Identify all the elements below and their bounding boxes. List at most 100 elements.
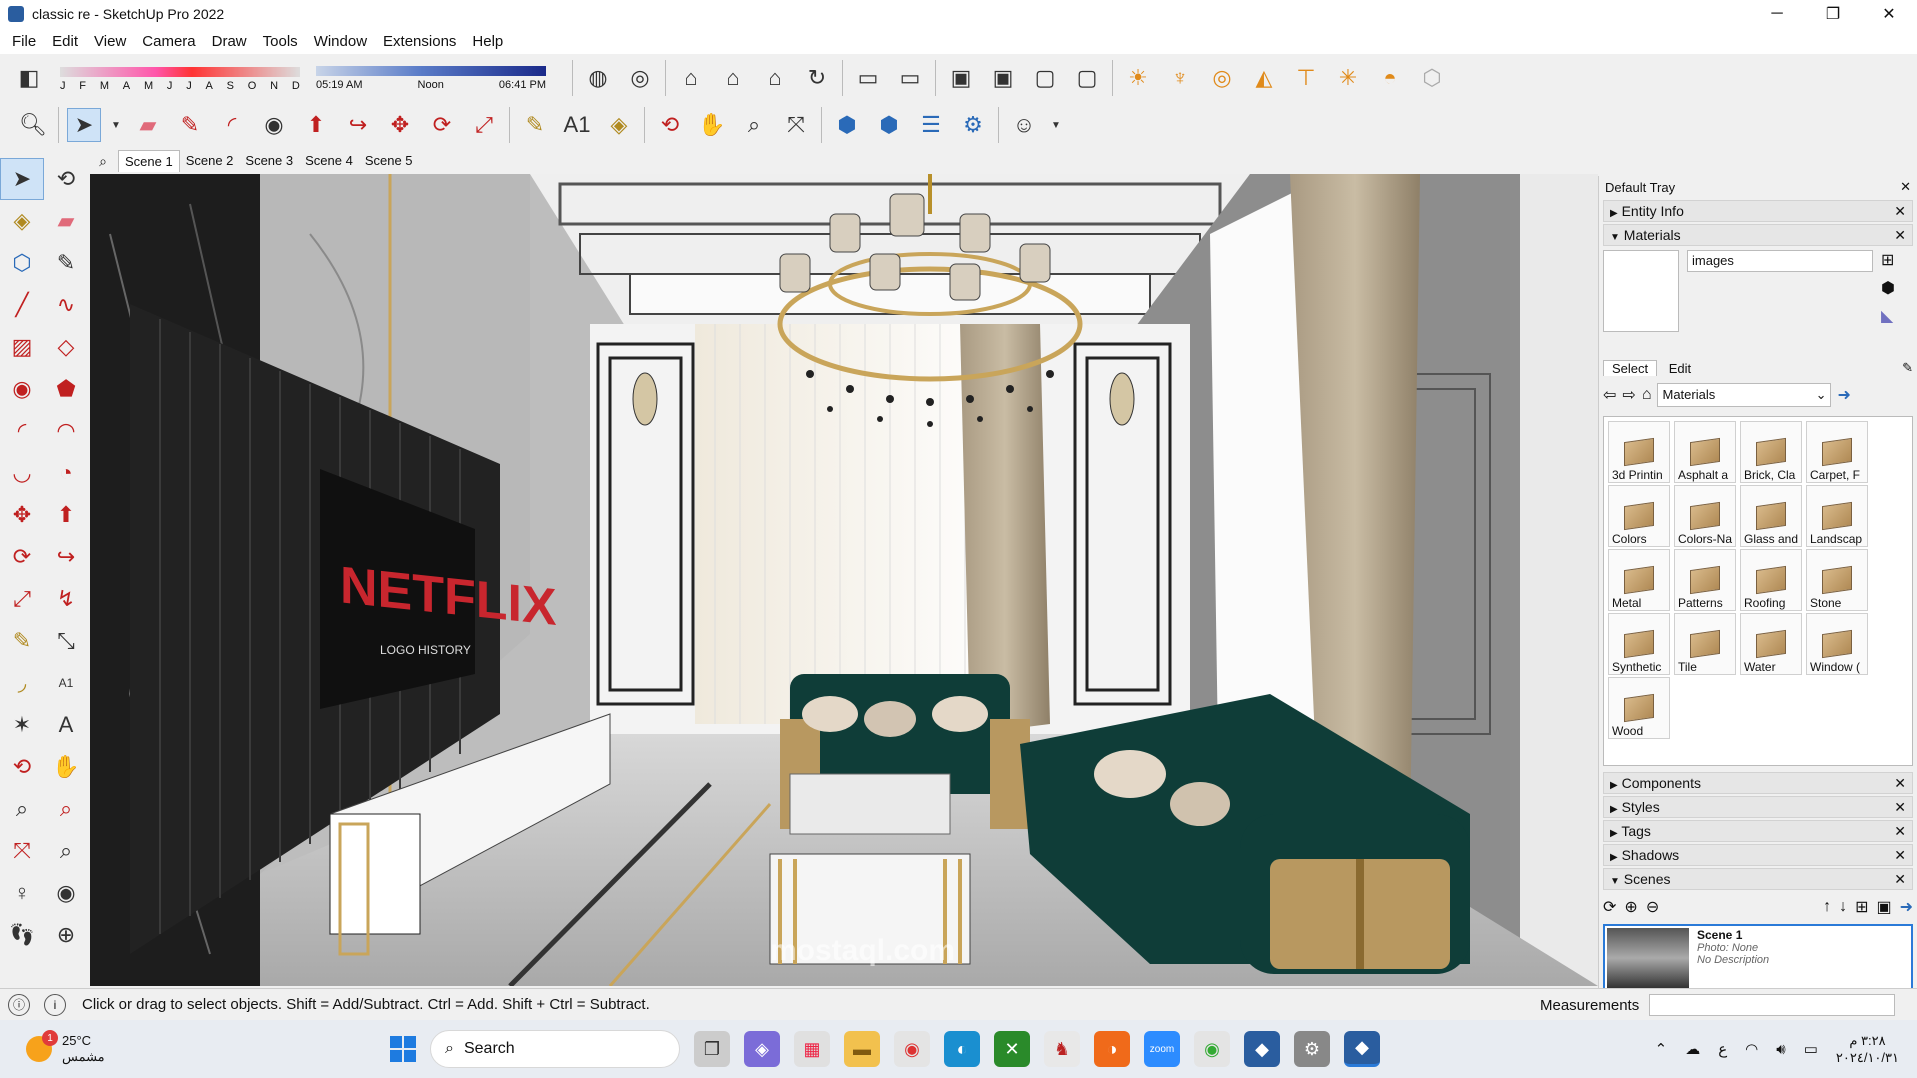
language-indicator[interactable]: ع	[1718, 1040, 1727, 1058]
material-item[interactable]: Roofing	[1740, 549, 1802, 611]
tab-edit[interactable]: Edit	[1661, 361, 1699, 376]
spot-light-icon[interactable]: ◭	[1247, 61, 1281, 95]
menu-camera[interactable]: Camera	[136, 33, 205, 50]
cloud-icon[interactable]: ☁	[1685, 1040, 1700, 1058]
3d-text-tool-icon[interactable]: A	[44, 704, 88, 746]
user-account-icon[interactable]: ☺	[1007, 108, 1041, 142]
lamp-icon[interactable]: ⊤	[1289, 61, 1323, 95]
push-pull-tool-icon[interactable]: ⬆	[44, 494, 88, 536]
move-down-icon[interactable]: ↓	[1839, 898, 1847, 916]
panel-styles[interactable]: ▶ Styles ✕	[1603, 796, 1913, 818]
select-tool-icon[interactable]: ➤	[0, 158, 44, 200]
panel-entity-info[interactable]: ▶ Entity Info ✕	[1603, 200, 1913, 222]
panel-shadows[interactable]: ▶ Shadows ✕	[1603, 844, 1913, 866]
edge-icon[interactable]: ◐	[944, 1031, 980, 1067]
tab-scene-2[interactable]: Scene 2	[180, 150, 240, 172]
material-item[interactable]: Metal	[1608, 549, 1670, 611]
material-item[interactable]: Window (	[1806, 613, 1868, 675]
lasso-select-icon[interactable]: ⟲	[44, 158, 88, 200]
move-tool-icon[interactable]: ✥	[0, 494, 44, 536]
firefox-icon[interactable]: ◑	[1094, 1031, 1130, 1067]
tape-measure-icon[interactable]: ✎	[518, 108, 552, 142]
account-dropdown-icon[interactable]: ▼	[1049, 108, 1063, 142]
tray-close-icon[interactable]: ✕	[1900, 179, 1911, 195]
file-explorer-icon[interactable]: ▬	[844, 1031, 880, 1067]
home-icon[interactable]: ⌂	[1642, 386, 1652, 404]
cube-icon[interactable]: ⬡	[1415, 61, 1449, 95]
zoom-window-tool-icon[interactable]: ⌕	[44, 788, 88, 830]
material-item[interactable]: Colors	[1608, 485, 1670, 547]
close-icon[interactable]: ✕	[1894, 871, 1906, 888]
chrome-icon[interactable]: ◉	[894, 1031, 930, 1067]
maximize-button[interactable]: ❐	[1805, 0, 1861, 28]
refresh-scene-icon[interactable]: ⟳	[1603, 897, 1616, 917]
material-item[interactable]: Brick, Cla	[1740, 421, 1802, 483]
back-arrow-icon[interactable]: ⇦	[1603, 385, 1616, 405]
light-icon[interactable]: ♆	[1163, 61, 1197, 95]
tab-scene-3[interactable]: Scene 3	[239, 150, 299, 172]
orbit-view-icon[interactable]: ↻	[800, 61, 834, 95]
dome-icon[interactable]: ◓	[1373, 61, 1407, 95]
move-up-icon[interactable]: ↑	[1823, 898, 1831, 916]
position-camera-icon[interactable]: ♀	[0, 872, 44, 914]
details-arrow-icon[interactable]: ➜	[1837, 385, 1850, 405]
volume-icon[interactable]: 🔊︎	[1776, 1041, 1785, 1058]
target-icon[interactable]: ◎	[1205, 61, 1239, 95]
eraser-icon[interactable]: ▰	[131, 108, 165, 142]
material-cube-icon[interactable]: ⬢	[1881, 278, 1895, 298]
panel-scenes[interactable]: ▼ Scenes ✕	[1603, 868, 1913, 890]
clock[interactable]: ٣:٢٨ م ٢٠٢٤/١٠/٣١	[1836, 1032, 1899, 1066]
remove-scene-icon[interactable]: ⊖	[1646, 897, 1659, 917]
three-point-arc-icon[interactable]: ◡	[0, 452, 44, 494]
view-options-icon[interactable]: ⊞	[1855, 897, 1868, 917]
tab-scene-5[interactable]: Scene 5	[359, 150, 419, 172]
shadow-date-slider[interactable]: J F M A M J J A S O N D	[60, 65, 300, 92]
weather-widget[interactable]: 1 25°C مشمس	[26, 1030, 105, 1065]
info-icon[interactable]: i	[44, 993, 66, 1016]
menu-file[interactable]: File	[6, 33, 46, 50]
scene-details-icon[interactable]: ▣	[1876, 897, 1891, 917]
text-tool-icon[interactable]: A1	[44, 662, 88, 704]
panel-materials[interactable]: ▼ Materials ✕	[1603, 224, 1913, 246]
settings-icon[interactable]: ⚙	[1294, 1031, 1330, 1067]
start-button[interactable]	[390, 1036, 416, 1062]
close-icon[interactable]: ✕	[1894, 847, 1906, 864]
minimize-button[interactable]: ─	[1749, 0, 1805, 28]
xray-icon[interactable]: ◍	[581, 61, 615, 95]
create-material-icon[interactable]: ⊞	[1881, 250, 1895, 270]
eyedropper-icon[interactable]: ✎	[1902, 360, 1913, 376]
material-item[interactable]: Carpet, F	[1806, 421, 1868, 483]
scale-icon[interactable]: ⤢	[467, 108, 501, 142]
sparkle-icon[interactable]: ✳	[1331, 61, 1365, 95]
menu-help[interactable]: Help	[466, 33, 513, 50]
pencil-icon[interactable]: ✎	[173, 108, 207, 142]
pan-tool-icon[interactable]: ✋	[44, 746, 88, 788]
scene-card[interactable]: Scene 1 Photo: None No Description	[1603, 924, 1913, 992]
model-viewport[interactable]: NETFLIX LOGO HISTORY mostaql.com	[90, 174, 1598, 986]
eraser-icon[interactable]: ▰	[44, 200, 88, 242]
rotated-rectangle-icon[interactable]: ◇	[44, 326, 88, 368]
menu-tools[interactable]: Tools	[257, 33, 308, 50]
front-view-icon[interactable]: ⌂	[758, 61, 792, 95]
sun-settings-icon[interactable]: ☀	[1121, 61, 1155, 95]
protractor-tool-icon[interactable]: ◞	[0, 662, 44, 704]
two-point-arc-icon[interactable]: ◠	[44, 410, 88, 452]
close-icon[interactable]: ✕	[1894, 227, 1906, 244]
rectangle-tool-icon[interactable]: ▨	[0, 326, 44, 368]
rotate-tool-icon[interactable]: ⟳	[0, 536, 44, 578]
textured-style-icon[interactable]: ▢	[1028, 61, 1062, 95]
menu-view[interactable]: View	[88, 33, 136, 50]
arc-icon[interactable]: ◜	[215, 108, 249, 142]
material-item[interactable]: Colors-Na	[1674, 485, 1736, 547]
line-tool-icon[interactable]: ╱	[0, 284, 44, 326]
material-item[interactable]: Landscap	[1806, 485, 1868, 547]
material-item[interactable]: Asphalt a	[1674, 421, 1736, 483]
paint-bucket-icon[interactable]: ◈	[0, 200, 44, 242]
freehand-tool-icon[interactable]: ∿	[44, 284, 88, 326]
game-app-icon[interactable]: ♞	[1044, 1031, 1080, 1067]
measurements-field[interactable]	[1649, 994, 1896, 1016]
tab-scene-1[interactable]: Scene 1	[118, 150, 180, 172]
material-item[interactable]: Wood	[1608, 677, 1670, 739]
tab-select[interactable]: Select	[1603, 360, 1658, 376]
geo-location-icon[interactable]: ⓘ	[8, 993, 30, 1016]
